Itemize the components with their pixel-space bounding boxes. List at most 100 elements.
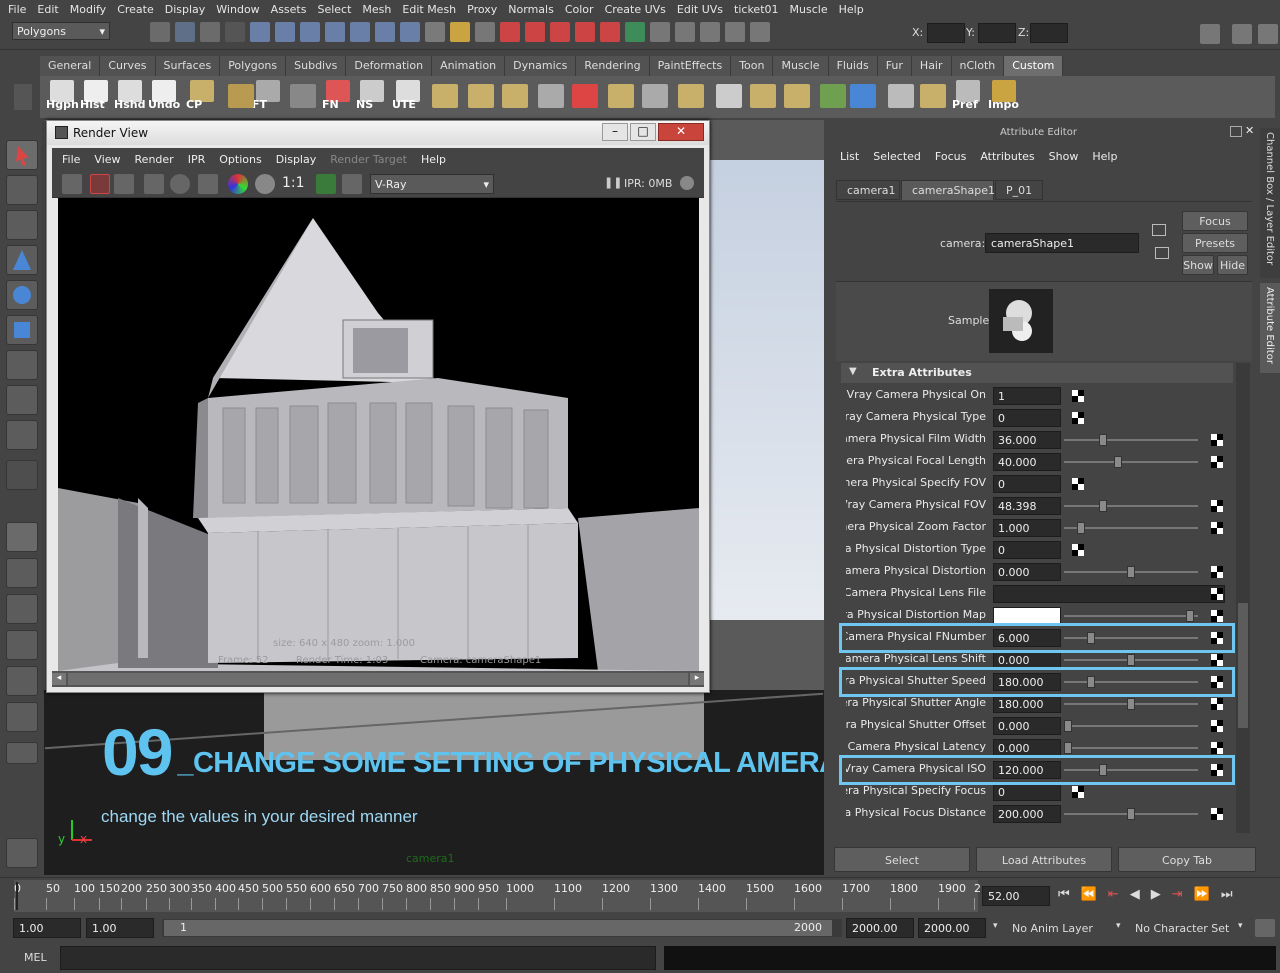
shelf-tab-subdivs[interactable]: Subdivs (286, 56, 347, 76)
attr-value-field[interactable]: 0.000 (993, 717, 1061, 735)
shelf-tool-6-icon[interactable] (538, 84, 564, 108)
shelf-tool-3-icon[interactable] (432, 84, 458, 108)
ipr-icon[interactable] (144, 174, 164, 194)
menu-create-uvs[interactable]: Create UVs (605, 3, 666, 16)
show-manip-icon[interactable] (6, 420, 38, 450)
shelf-tab-ncloth[interactable]: nCloth (951, 56, 1005, 76)
rv-menu-view[interactable]: View (94, 153, 120, 166)
attr-value-field[interactable]: 0.000 (993, 563, 1061, 581)
scroll-left-icon[interactable]: ◂ (52, 673, 66, 685)
ae-tab-camera1[interactable]: camera1 (836, 180, 900, 200)
pause-icon[interactable]: ❚❚ (604, 176, 622, 189)
end-time-field[interactable]: 2000.00 (918, 918, 986, 938)
menu-help[interactable]: Help (839, 3, 864, 16)
shelf-tool-14-icon[interactable] (820, 84, 846, 108)
scroll-thumb[interactable] (68, 673, 688, 685)
ae-scrollbar[interactable] (1236, 363, 1250, 833)
layouts-dropdown-icon[interactable] (6, 742, 38, 764)
close-icon[interactable]: ✕ (658, 123, 704, 141)
show-button[interactable]: Show (1182, 255, 1214, 275)
map-button-icon[interactable] (1072, 478, 1084, 490)
paint-select-icon[interactable] (6, 210, 38, 240)
transform-icon[interactable] (750, 22, 770, 42)
focus-button[interactable]: Focus (1182, 211, 1248, 231)
hypershade-icon[interactable] (625, 22, 645, 42)
attr-value-field[interactable]: 48.398 (993, 497, 1061, 515)
shelf-tool-12-icon[interactable] (750, 84, 776, 108)
rv-menu-options[interactable]: Options (219, 153, 261, 166)
ae-menu-focus[interactable]: Focus (935, 150, 966, 163)
side-tab-channel-box[interactable]: Channel Box / Layer Editor (1260, 128, 1280, 278)
go-output-icon[interactable] (1155, 247, 1169, 259)
map-button-icon[interactable] (1211, 434, 1223, 446)
attr-value-field[interactable]: 1.000 (993, 519, 1061, 537)
last-tool-icon[interactable] (6, 460, 38, 490)
shelf-tool-15-icon[interactable] (850, 84, 876, 108)
y-field[interactable] (978, 23, 1016, 43)
shelf-tab-deformation[interactable]: Deformation (346, 56, 433, 76)
minimize-icon[interactable]: – (602, 123, 628, 141)
map-button-icon[interactable] (1211, 742, 1223, 754)
attr-slider-knob[interactable] (1064, 720, 1072, 732)
attr-slider-knob[interactable] (1127, 566, 1135, 578)
menu-edit-mesh[interactable]: Edit Mesh (402, 3, 456, 16)
anim-layer-dropdown[interactable]: No Anim Layer (1012, 922, 1093, 935)
shelf-tool-16-icon[interactable] (888, 84, 914, 108)
renderer-dropdown[interactable]: V-Ray ▾ (370, 174, 494, 194)
soft-mod-icon[interactable] (6, 385, 38, 415)
construction-icon[interactable] (500, 22, 520, 42)
attr-slider[interactable] (1064, 720, 1198, 732)
step-forward-icon[interactable]: ⏩ (1194, 887, 1210, 902)
mode-dropdown[interactable]: Polygons ▾ (12, 22, 110, 40)
map-button-icon[interactable] (1072, 786, 1084, 798)
shelf-tool-11-icon[interactable] (716, 84, 742, 108)
shelf-tool-17-icon[interactable] (920, 84, 946, 108)
snap-surface-icon[interactable] (350, 22, 370, 42)
time-slider[interactable]: 0501001502002503003504004505005506006507… (0, 877, 1280, 915)
history-icon[interactable] (475, 22, 495, 42)
shelf-tab-rendering[interactable]: Rendering (576, 56, 650, 76)
map-button-icon[interactable] (1211, 566, 1223, 578)
snapshot-icon[interactable] (114, 174, 134, 194)
shelf-tab-custom[interactable]: Custom (1004, 56, 1064, 76)
attr-slider[interactable] (1064, 522, 1198, 534)
shelf-tab-hair[interactable]: Hair (911, 56, 952, 76)
single-pane-icon[interactable] (6, 522, 38, 552)
snap-plane-icon[interactable] (325, 22, 345, 42)
side-tab-attribute-editor[interactable]: Attribute Editor (1260, 283, 1280, 373)
shelf-tool-13-icon[interactable] (784, 84, 810, 108)
extra-attributes-header[interactable]: ▼ Extra Attributes (841, 363, 1233, 383)
shelf-tab-muscle[interactable]: Muscle (773, 56, 829, 76)
panel-layout-icon[interactable] (1200, 24, 1220, 44)
menu-assets[interactable]: Assets (271, 3, 307, 16)
refresh-icon[interactable] (170, 174, 190, 194)
rv-menu-display[interactable]: Display (276, 153, 317, 166)
region-icon[interactable] (342, 174, 362, 194)
attr-value-field[interactable]: 180.000 (993, 695, 1061, 713)
render-view-titlebar[interactable]: Render View – □ ✕ (47, 121, 709, 145)
camera-name-field[interactable]: cameraShape1 (985, 233, 1139, 253)
playback-start-field[interactable]: 1.00 (86, 918, 154, 938)
shelf-tab-painteffects[interactable]: PaintEffects (649, 56, 732, 76)
go-end-icon[interactable]: ⏭ (1221, 887, 1233, 902)
attr-slider-knob[interactable] (1076, 522, 1085, 534)
magnet-icon[interactable] (525, 22, 545, 42)
playback-end-field[interactable]: 2000.00 (846, 918, 914, 938)
shelf-tab-general[interactable]: General (40, 56, 101, 76)
render-frame-icon[interactable] (550, 22, 570, 42)
attr-slider[interactable] (1064, 566, 1198, 578)
shelf-tab-fluids[interactable]: Fluids (828, 56, 878, 76)
maximize-icon[interactable]: □ (630, 123, 656, 141)
graph-pane-icon[interactable] (6, 630, 38, 660)
shelf-tool-9-icon[interactable] (642, 84, 668, 108)
map-button-icon[interactable] (1072, 544, 1084, 556)
zoom-ratio[interactable]: 1:1 (282, 175, 305, 191)
rendered-image[interactable]: size: 640 x 480 zoom: 1.000 Frame: 52 Re… (58, 198, 699, 671)
map-button-icon[interactable] (1072, 390, 1084, 402)
map-button-icon[interactable] (1211, 698, 1223, 710)
shelf-tab-surfaces[interactable]: Surfaces (155, 56, 221, 76)
map-button-icon[interactable] (1211, 654, 1223, 666)
snap-curve-icon[interactable] (275, 22, 295, 42)
select-object-icon[interactable] (175, 22, 195, 42)
manipulator-icon[interactable] (6, 350, 38, 380)
